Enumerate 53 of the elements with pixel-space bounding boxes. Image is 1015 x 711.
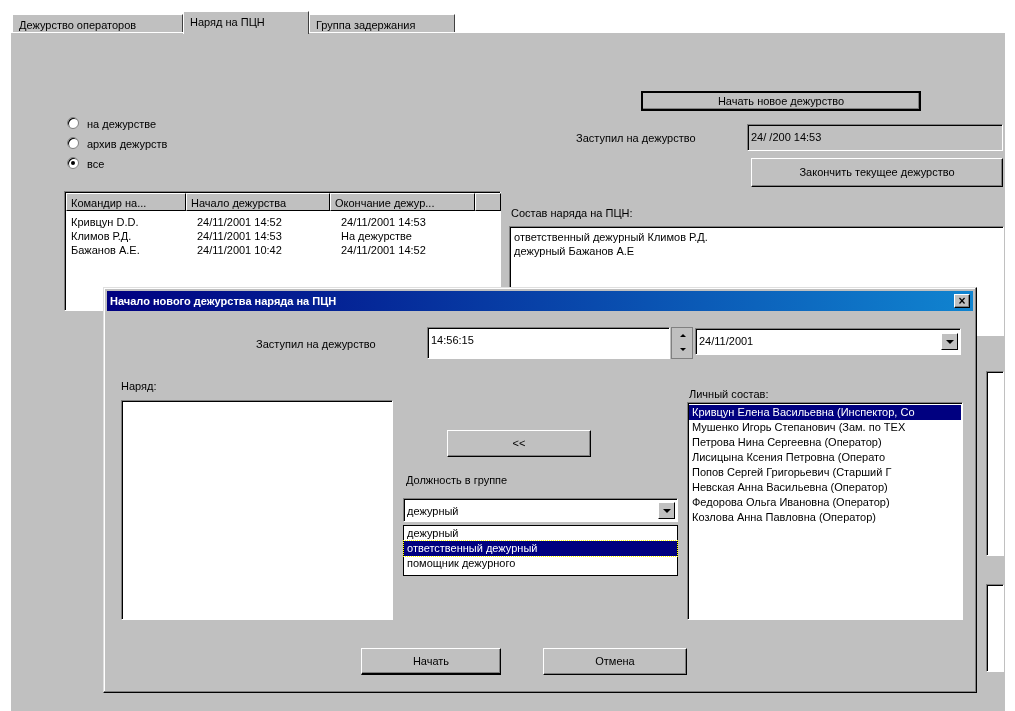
- list-item[interactable]: Федорова Ольга Ивановна (Оператор): [689, 495, 961, 510]
- crew-list-label: Наряд:: [121, 379, 157, 394]
- table-cell-text: Климов Р.Д.: [71, 229, 132, 244]
- on-duty-field: 24/ /200 14:53: [747, 124, 1003, 151]
- radio-button[interactable]: [67, 137, 79, 149]
- dropdown-icon[interactable]: [658, 502, 675, 519]
- dialog-title: Начало нового дежурства наряда на ПЦН: [110, 294, 337, 309]
- start-time-label: Заступил на дежурство: [256, 337, 376, 352]
- table-cell-text: 24/11/2001 14:52: [341, 243, 426, 258]
- list-item[interactable]: Кривцун Елена Васильевна (Инспектор, Со: [689, 405, 961, 420]
- cancel-button[interactable]: Отмена: [543, 648, 687, 675]
- start-duty-button[interactable]: Начать новое дежурство: [641, 91, 921, 111]
- table-cell-text: 24/11/2001 14:53: [341, 215, 426, 230]
- end-duty-button[interactable]: Закончить текущее дежурство: [751, 158, 1003, 187]
- radio-label: все: [87, 157, 105, 172]
- list-item[interactable]: Козлова Анна Павловна (Оператор): [689, 510, 961, 525]
- radio-label: архив дежурств: [87, 137, 168, 152]
- crew-label: Состав наряда на ПЦН:: [511, 206, 633, 221]
- radio-label: на дежурстве: [87, 117, 156, 132]
- table-cell-text: Кривцун D.D.: [71, 215, 139, 230]
- tab[interactable]: Наряд на ПЦН: [183, 11, 309, 34]
- table-cell-text: 24/11/2001 14:53: [197, 229, 282, 244]
- position-label: Должность в группе: [406, 473, 508, 488]
- close-button[interactable]: ×: [954, 294, 970, 308]
- date-combo[interactable]: 24/11/2001: [695, 328, 961, 355]
- dropdown-option[interactable]: помощник дежурного: [404, 556, 677, 571]
- list-item[interactable]: Попов Сергей Григорьевич (Старший Г: [689, 465, 961, 480]
- list-item[interactable]: Мушенко Игорь Степанович (Зам. по ТЕХ: [689, 420, 961, 435]
- dropdown-option[interactable]: ответственный дежурный: [404, 541, 677, 556]
- text-line: дежурный Бажанов А.Е: [514, 244, 636, 258]
- column-header[interactable]: Командир на...: [66, 193, 186, 211]
- column-header[interactable]: Окончание дежур...: [330, 193, 475, 211]
- dropdown-option[interactable]: дежурный: [404, 526, 677, 541]
- on-duty-label: Заступил на дежурство: [576, 131, 696, 146]
- table-cell-text: 24/11/2001 10:42: [197, 243, 282, 258]
- text-line: ответственный дежурный Климов Р.Д.: [514, 230, 709, 244]
- spin-button[interactable]: [671, 327, 693, 359]
- list-item[interactable]: Лисицына Ксения Петровна (Операто: [689, 450, 961, 465]
- move-left-button[interactable]: <<: [447, 430, 591, 457]
- staff-label: Личный состав:: [689, 387, 769, 402]
- start-button[interactable]: Начать: [361, 648, 501, 675]
- column-header[interactable]: Начало дежурства: [186, 193, 330, 211]
- table-cell-text: Бажанов А.Е.: [71, 243, 140, 258]
- radio-button[interactable]: [67, 157, 79, 169]
- time-field[interactable]: 14:56:15: [427, 327, 670, 359]
- table-cell-text: На дежурстве: [341, 229, 412, 244]
- radio-button[interactable]: [67, 117, 79, 129]
- staff-list-box[interactable]: [687, 402, 963, 620]
- table-cell-text: 24/11/2001 14:52: [197, 215, 282, 230]
- dropdown-icon[interactable]: [941, 333, 958, 350]
- position-combo[interactable]: дежурный: [403, 498, 678, 522]
- list-item[interactable]: Невская Анна Васильевна (Оператор): [689, 480, 961, 495]
- list-item[interactable]: Петрова Нина Сергеевна (Оператор): [689, 435, 961, 450]
